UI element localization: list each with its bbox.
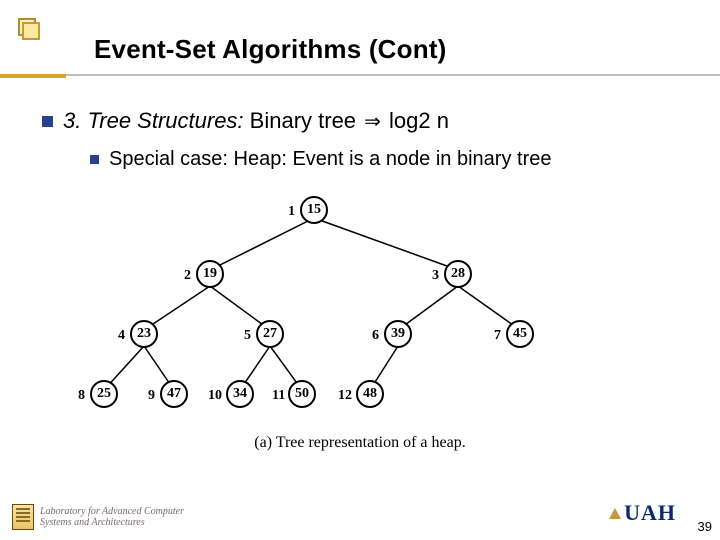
bullet-line-2: Special case: Heap: Event is a node in b… bbox=[90, 148, 551, 171]
figure-caption: (a) Tree representation of a heap. bbox=[0, 434, 720, 452]
node-index: 11 bbox=[272, 388, 285, 404]
line1-italic: 3. Tree Structures: bbox=[63, 108, 244, 133]
uah-logo: UAH bbox=[609, 500, 676, 526]
lab-logo-icon bbox=[12, 504, 34, 530]
lab-footer: Laboratory for Advanced Computer Systems… bbox=[12, 504, 184, 530]
heap-tree-diagram: 1 15 2 19 3 28 4 23 5 27 6 39 7 45 8 25 … bbox=[70, 190, 630, 420]
page-number: 39 bbox=[698, 519, 712, 534]
line2-text: Special case: Heap: Event is a node in b… bbox=[109, 148, 551, 170]
node-index: 9 bbox=[148, 388, 155, 404]
tree-node: 19 bbox=[196, 260, 224, 288]
node-index: 1 bbox=[288, 204, 295, 220]
tree-node: 25 bbox=[90, 380, 118, 408]
line1-plain: Binary tree bbox=[244, 108, 363, 133]
implies-icon: ⇒ bbox=[362, 111, 383, 133]
lab-label: Laboratory for Advanced Computer Systems… bbox=[40, 506, 184, 528]
tree-node: 23 bbox=[130, 320, 158, 348]
bullet-icon bbox=[42, 116, 53, 127]
line1-post: log2 n bbox=[383, 108, 449, 133]
title-underline bbox=[0, 74, 720, 78]
node-index: 7 bbox=[494, 328, 501, 344]
tree-node: 47 bbox=[160, 380, 188, 408]
lab-line-2: Systems and Architectures bbox=[40, 517, 184, 528]
bullet-line-1: 3. Tree Structures: Binary tree ⇒ log2 n bbox=[42, 108, 449, 134]
node-index: 8 bbox=[78, 388, 85, 404]
tree-node: 15 bbox=[300, 196, 328, 224]
corner-decoration bbox=[18, 18, 42, 42]
node-index: 3 bbox=[432, 268, 439, 284]
node-index: 10 bbox=[208, 388, 222, 404]
node-index: 6 bbox=[372, 328, 379, 344]
tree-node: 34 bbox=[226, 380, 254, 408]
tree-node: 27 bbox=[256, 320, 284, 348]
tree-node: 39 bbox=[384, 320, 412, 348]
tree-edges bbox=[70, 190, 630, 420]
uah-triangle-icon bbox=[609, 508, 621, 519]
tree-node: 48 bbox=[356, 380, 384, 408]
lab-line-1: Laboratory for Advanced Computer bbox=[40, 506, 184, 517]
node-index: 4 bbox=[118, 328, 125, 344]
bullet-icon bbox=[90, 155, 99, 164]
tree-node: 45 bbox=[506, 320, 534, 348]
tree-node: 28 bbox=[444, 260, 472, 288]
node-index: 2 bbox=[184, 268, 191, 284]
tree-node: 50 bbox=[288, 380, 316, 408]
node-index: 5 bbox=[244, 328, 251, 344]
uah-text: UAH bbox=[624, 500, 676, 526]
page-title: Event-Set Algorithms (Cont) bbox=[94, 34, 447, 65]
node-index: 12 bbox=[338, 388, 352, 404]
